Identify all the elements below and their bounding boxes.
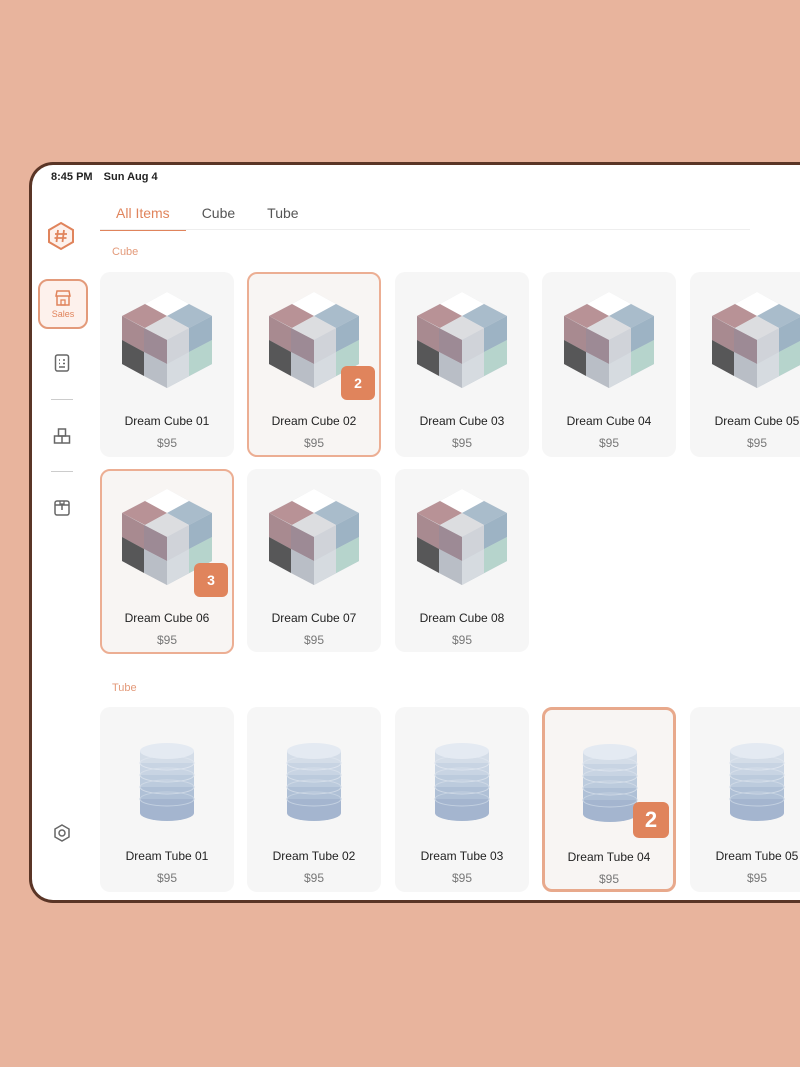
product-card[interactable]: Dream Tube 02 $95 xyxy=(247,707,381,892)
product-name: Dream Cube 06 xyxy=(124,611,210,625)
product-name: Dream Cube 01 xyxy=(124,414,210,428)
product-name: Dream Cube 08 xyxy=(419,611,505,625)
product-image xyxy=(407,481,517,591)
product-image xyxy=(407,284,517,394)
product-card[interactable]: 2 Dream Cube 02 $95 xyxy=(247,272,381,457)
product-card[interactable]: Dream Cube 04 $95 xyxy=(542,272,676,457)
storefront-icon xyxy=(55,289,71,306)
product-name: Dream Cube 02 xyxy=(271,414,357,428)
product-card[interactable]: Dream Cube 07 $95 xyxy=(247,469,381,652)
quantity-badge: 2 xyxy=(633,802,669,838)
tab-cube[interactable]: Cube xyxy=(186,205,251,231)
product-name: Dream Cube 03 xyxy=(419,414,505,428)
product-price: $95 xyxy=(451,633,473,647)
product-card[interactable]: 2 Dream Tube 04 $95 xyxy=(542,707,676,892)
product-price: $95 xyxy=(598,436,620,450)
product-price: $95 xyxy=(451,871,473,885)
receipt-icon[interactable] xyxy=(52,353,72,373)
product-name: Dream Cube 04 xyxy=(566,414,652,428)
inventory-icon[interactable] xyxy=(52,426,72,446)
product-price: $95 xyxy=(746,436,768,450)
quantity-badge: 2 xyxy=(341,366,375,400)
sidebar-item-sales[interactable]: Sales xyxy=(38,279,88,329)
product-card[interactable]: Dream Cube 03 $95 xyxy=(395,272,529,457)
product-image xyxy=(407,719,517,829)
product-name: Dream Tube 03 xyxy=(420,849,504,863)
sidebar-divider xyxy=(51,471,73,472)
category-tabs: All Items Cube Tube xyxy=(100,205,315,231)
product-price: $95 xyxy=(303,633,325,647)
product-name: Dream Cube 05 xyxy=(714,414,800,428)
hashtag-hexagon-icon[interactable] xyxy=(46,221,76,251)
product-card[interactable]: Dream Cube 05 $95 xyxy=(690,272,800,457)
section-title-cube: Cube xyxy=(112,246,139,258)
product-name: Dream Tube 05 xyxy=(715,849,799,863)
product-name: Dream Tube 01 xyxy=(125,849,209,863)
product-card[interactable]: 3 Dream Cube 06 $95 xyxy=(100,469,234,654)
product-name: Dream Tube 02 xyxy=(272,849,356,863)
tab-underline-track xyxy=(100,229,750,230)
product-image xyxy=(554,284,664,394)
product-image xyxy=(112,284,222,394)
sidebar: Sales xyxy=(32,165,92,900)
product-image xyxy=(112,719,222,829)
product-price: $95 xyxy=(303,871,325,885)
device-frame: 8:45 PM Sun Aug 4 Sales All Items Cube T… xyxy=(29,162,800,903)
product-image xyxy=(702,719,800,829)
product-image xyxy=(259,719,369,829)
product-price: $95 xyxy=(746,871,768,885)
section-title-tube: Tube xyxy=(112,682,137,694)
quantity-badge: 3 xyxy=(194,563,228,597)
sidebar-item-label: Sales xyxy=(51,308,75,319)
tab-all-items[interactable]: All Items xyxy=(100,205,186,231)
product-name: Dream Tube 04 xyxy=(567,850,651,864)
product-price: $95 xyxy=(156,871,178,885)
tab-tube[interactable]: Tube xyxy=(251,205,314,231)
product-card[interactable]: Dream Tube 05 $95 xyxy=(690,707,800,892)
product-price: $95 xyxy=(598,872,620,886)
product-card[interactable]: Dream Cube 08 $95 xyxy=(395,469,529,652)
settings-icon[interactable] xyxy=(52,823,72,843)
product-card[interactable]: Dream Tube 03 $95 xyxy=(395,707,529,892)
sidebar-divider xyxy=(51,399,73,400)
box-icon[interactable] xyxy=(52,498,72,518)
product-card[interactable]: Dream Tube 01 $95 xyxy=(100,707,234,892)
product-price: $95 xyxy=(156,633,178,647)
product-price: $95 xyxy=(451,436,473,450)
product-image xyxy=(702,284,800,394)
product-image xyxy=(259,481,369,591)
product-name: Dream Cube 07 xyxy=(271,611,357,625)
product-price: $95 xyxy=(156,436,178,450)
product-card[interactable]: Dream Cube 01 $95 xyxy=(100,272,234,457)
product-price: $95 xyxy=(303,436,325,450)
status-date: Sun Aug 4 xyxy=(103,171,158,183)
